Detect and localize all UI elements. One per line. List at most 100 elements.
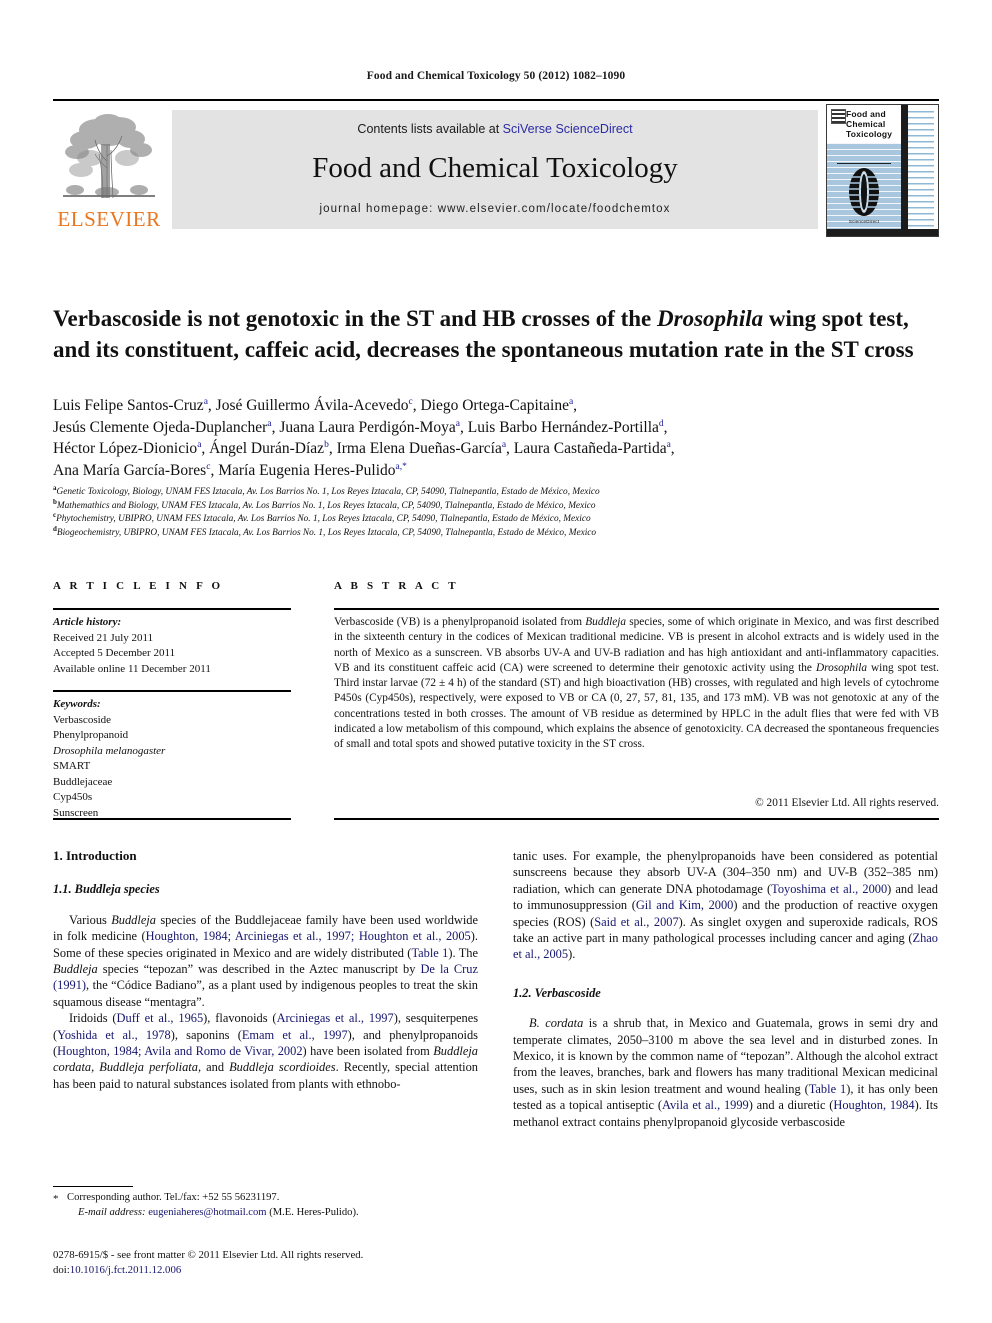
citation-link[interactable]: Houghton, 1984	[833, 1098, 914, 1112]
cover-bottom-bar	[827, 229, 938, 236]
corresponding-author-text: Corresponding author. Tel./fax: +52 55 5…	[67, 1192, 280, 1203]
journal-title: Food and Chemical Toxicology	[312, 152, 678, 184]
citation-link[interactable]: Houghton, 1984; Arciniegas et al., 1997;…	[146, 929, 471, 943]
species-name: Buddleja scordioides	[229, 1060, 336, 1075]
issn-copyright-line: 0278-6915/$ - see front matter © 2011 El…	[53, 1249, 364, 1261]
paragraph: B. cordata is a shrub that, in Mexico an…	[513, 1015, 938, 1130]
citation-link[interactable]: Yoshida et al., 1978	[57, 1028, 171, 1042]
abstract-genus-1: Buddleja	[585, 616, 627, 628]
article-info-top-rule	[53, 608, 291, 610]
doi-label: doi:	[53, 1263, 70, 1276]
cover-journal-title: Food and Chemical Toxicology	[846, 109, 900, 139]
p-seg: ) and a diuretic (	[748, 1098, 834, 1113]
abstract-top-rule	[334, 608, 939, 610]
journal-band: Contents lists available at SciVerse Sci…	[172, 110, 818, 229]
table-link[interactable]: Table 1	[411, 946, 448, 960]
p-seg: , the “Códice Badiano”, as a plant used …	[53, 978, 478, 1009]
keyword-item: Buddlejaceae	[53, 775, 113, 788]
journal-masthead: ELSEVIER Contents lists available at Sci…	[53, 104, 939, 237]
p-seg: ). The	[448, 945, 478, 960]
article-info-heading: A R T I C L E I N F O	[53, 580, 224, 592]
journal-homepage-link[interactable]: journal homepage: www.elsevier.com/locat…	[172, 203, 818, 215]
aff-mark: a	[501, 439, 507, 450]
abstract-heading: A B S T R A C T	[334, 580, 459, 592]
citation-link[interactable]: Gil and Kim, 2000	[636, 898, 734, 912]
email-link[interactable]: eugeniaheres@hotmail.com	[148, 1207, 266, 1218]
journal-cover-thumbnail[interactable]: Food and Chemical Toxicology ScienceDire…	[826, 104, 939, 237]
author-line-2: Jesús Clemente Ojeda-Duplanchera, Juana …	[53, 418, 668, 436]
cover-divider	[837, 163, 891, 164]
doi-link[interactable]: 10.1016/j.fct.2011.12.006	[70, 1264, 181, 1276]
article-title: Verbascoside is not genotoxic in the ST …	[53, 303, 933, 365]
body-column-left: 1. Introduction 1.1. Buddleja species Va…	[53, 848, 478, 1092]
abstract-copyright: © 2011 Elsevier Ltd. All rights reserved…	[755, 797, 939, 809]
email-owner: (M.E. Heres-Pulido).	[269, 1206, 359, 1218]
history-accepted: Accepted 5 December 2011	[53, 647, 176, 659]
affiliation-text: Mathemathics and Biology, UNAM FES Iztac…	[56, 500, 596, 511]
keyword-item: Drosophila melanogaster	[53, 744, 166, 757]
p-seg: and	[201, 1060, 230, 1075]
cover-title-line-2: Chemical	[846, 119, 886, 129]
citation-link[interactable]: Emam et al., 1997	[242, 1028, 348, 1042]
author-list: Luis Felipe Santos-Cruza, José Guillermo…	[53, 395, 943, 481]
affiliation-item: cPhytochemistry, UBIPRO, UNAM FES Iztaca…	[53, 512, 943, 527]
abstract-bottom-rule	[334, 818, 939, 820]
cover-figure-icon	[841, 167, 887, 217]
citation-link[interactable]: Arciniegas et al., 1997	[277, 1011, 394, 1025]
abstract-text: Verbascoside (VB) is a phenylpropanoid i…	[334, 615, 939, 753]
article-history-block: Article history: Received 21 July 2011 A…	[53, 615, 303, 677]
abstract-genus-2: Drosophila	[815, 661, 867, 674]
p-seg: species “tepozan” was described in the A…	[97, 962, 421, 977]
article-info-mid-rule	[53, 690, 291, 692]
p-seg: ) have been isolated from	[302, 1044, 434, 1059]
species-name: Buddleja	[53, 962, 98, 977]
running-head: Food and Chemical Toxicology 50 (2012) 1…	[366, 70, 626, 82]
citation-link[interactable]: Toyoshima et al., 2000	[771, 882, 887, 896]
cover-caption: ScienceDirect	[848, 219, 880, 224]
aff-mark: a	[455, 418, 461, 429]
cover-spine	[901, 105, 908, 236]
elsevier-tree-icon	[57, 106, 161, 206]
subsection-heading-verbascoside: 1.2. Verbascoside	[513, 985, 601, 1000]
p-seg: ).	[568, 947, 576, 962]
cover-title-line-1: Food and	[846, 109, 886, 119]
affiliation-item: dBiogeochemistry, UBIPRO, UNAM FES Iztac…	[53, 525, 943, 541]
subsection-heading-buddleja: 1.1. Buddleja species	[53, 882, 160, 897]
citation-link[interactable]: Avila et al., 1999	[662, 1098, 749, 1112]
affiliation-text: Phytochemistry, UBIPRO, UNAM FES Iztacal…	[56, 514, 591, 525]
contents-prefix: Contents lists available at	[357, 122, 503, 136]
email-label: E-mail address:	[78, 1206, 146, 1218]
footnote-rule	[53, 1186, 133, 1188]
citation-link[interactable]: Houghton, 1984; Avila and Romo de Vivar,…	[57, 1044, 302, 1058]
keyword-item: Verbascoside	[53, 713, 112, 726]
keywords-block: Keywords: Verbascoside Phenylpropanoid D…	[53, 697, 303, 821]
p-seg: ), saponins (	[170, 1027, 242, 1042]
email-line: E-mail address: eugeniaheres@hotmail.com…	[53, 1206, 483, 1221]
paper-page: Food and Chemical Toxicology 50 (2012) 1…	[0, 0, 992, 1323]
aff-mark: c	[408, 396, 413, 407]
title-genus: Drosophila	[657, 306, 764, 332]
p-seg: ), flavonoids (	[203, 1011, 277, 1026]
aff-mark: a	[267, 418, 272, 429]
keyword-item: Phenylpropanoid	[53, 729, 129, 741]
table-link[interactable]: Table 1	[809, 1082, 846, 1096]
history-received: Received 21 July 2011	[53, 631, 154, 644]
aff-mark: b	[324, 439, 329, 450]
aff-mark: d	[658, 418, 664, 429]
sciencedirect-link[interactable]: SciVerse ScienceDirect	[503, 122, 633, 136]
cover-title-line-3: Toxicology	[846, 129, 893, 139]
keyword-item: SMART	[53, 760, 91, 772]
citation-link[interactable]: Duff et al., 1965	[117, 1011, 204, 1025]
cover-qr-icon	[831, 109, 846, 124]
article-history-label: Article history:	[53, 616, 122, 628]
author-line-3: Héctor López-Dionicioa, Ángel Durán-Díaz…	[53, 439, 675, 457]
aff-mark-corresponding: a,*	[395, 461, 407, 472]
cover-back-stripes	[908, 111, 934, 229]
author-line-1: Luis Felipe Santos-Cruza, José Guillermo…	[53, 396, 578, 414]
masthead-top-rule	[53, 99, 939, 101]
affiliation-text: Biogeochemistry, UBIPRO, UNAM FES Iztaca…	[56, 527, 597, 538]
elsevier-tree-svg	[63, 114, 155, 199]
species-name: Buddleja	[111, 912, 156, 927]
body-column-right: tanic uses. For example, the phenylpropa…	[513, 848, 938, 1130]
citation-link[interactable]: Said et al., 2007	[594, 915, 678, 929]
